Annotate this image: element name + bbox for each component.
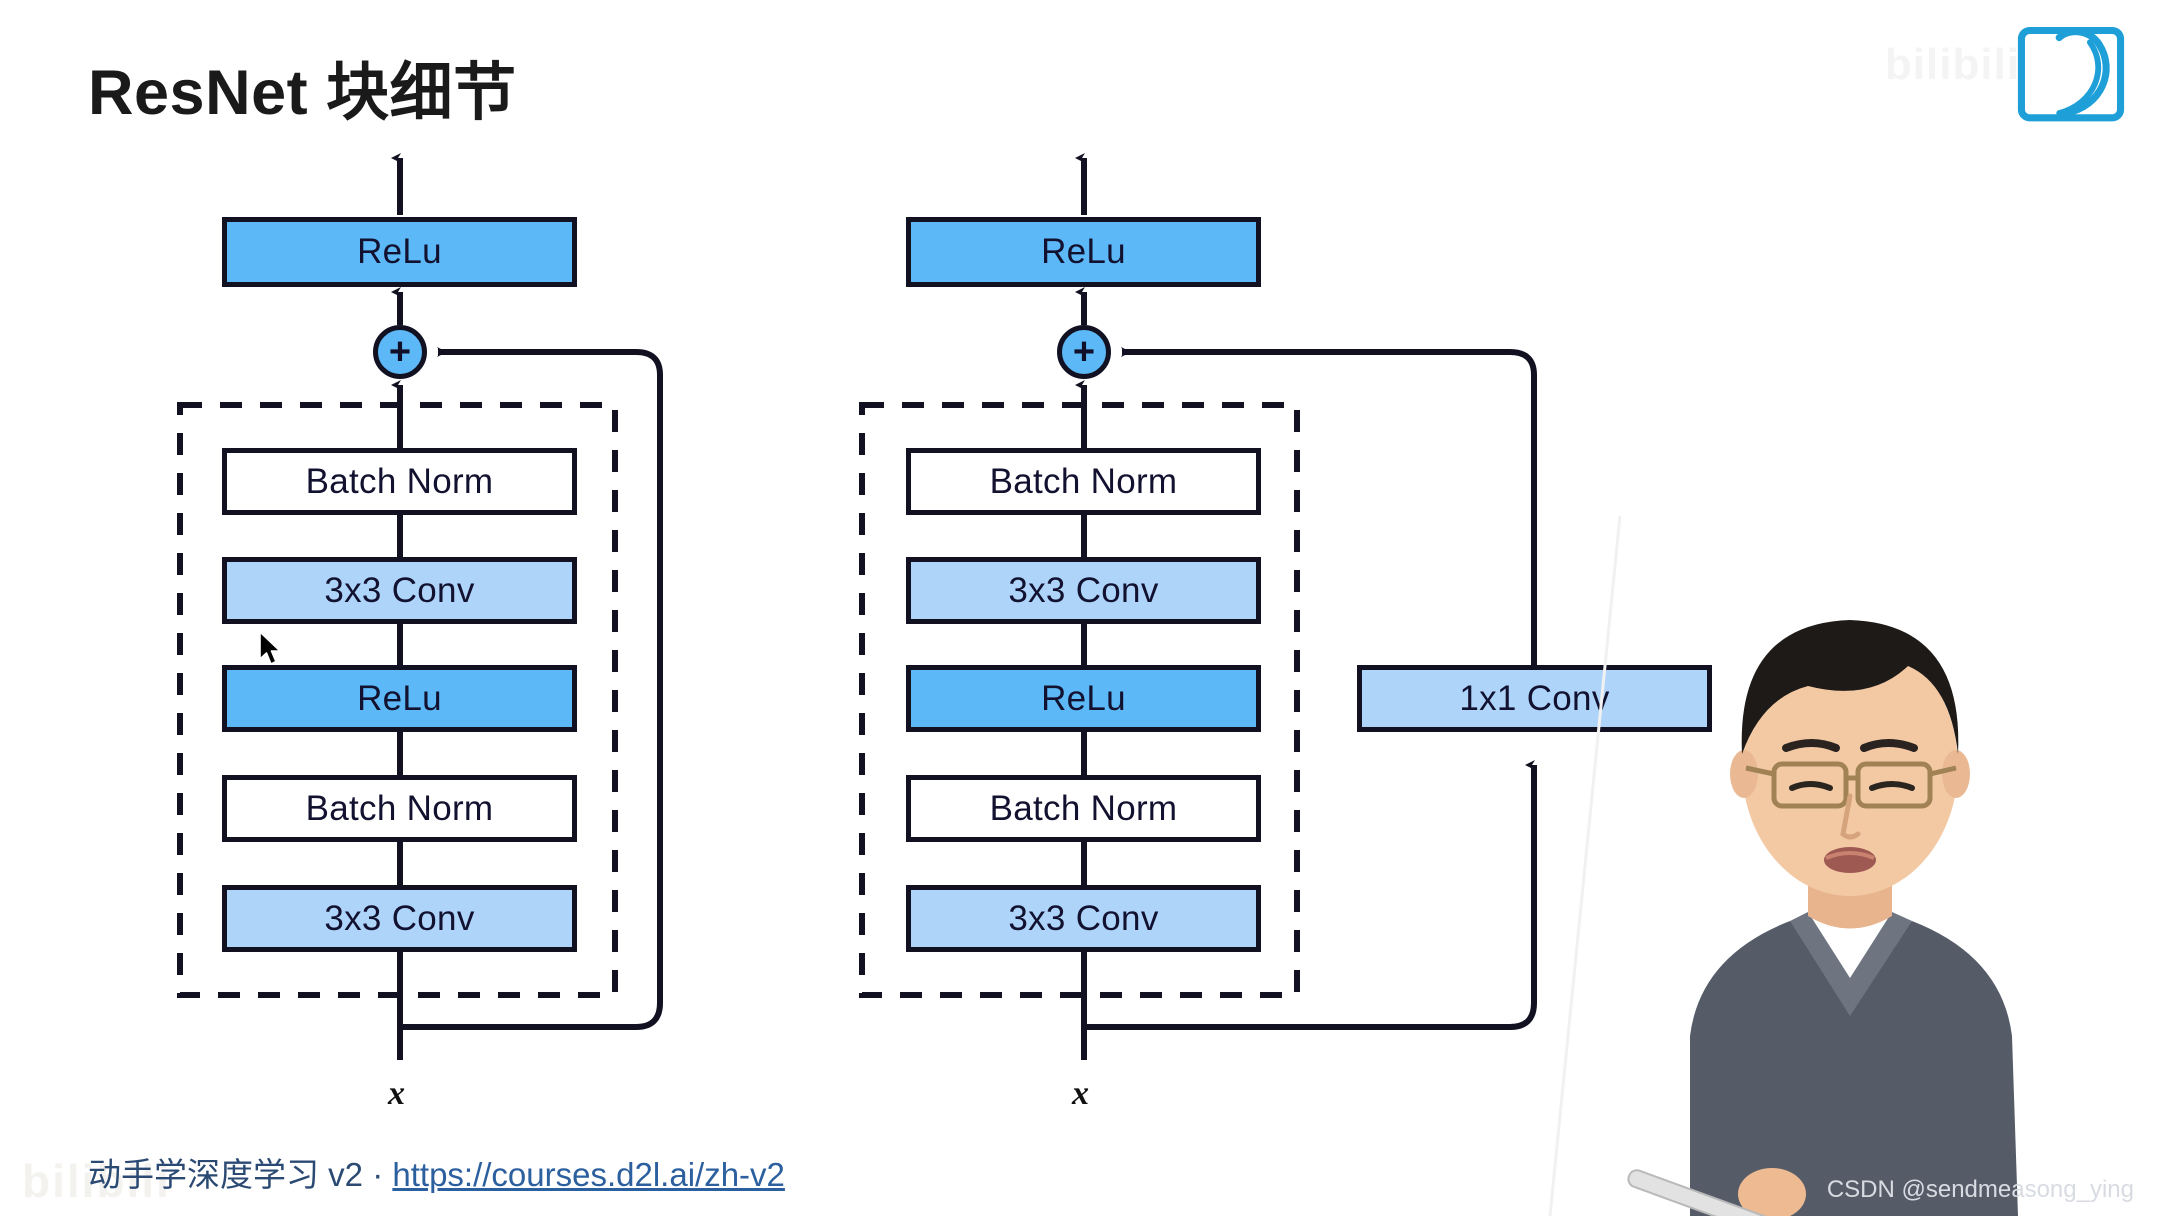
- right-shortcut-1x1-conv: 1x1 Conv: [1357, 665, 1712, 732]
- right-layer-relu: ReLu: [906, 665, 1261, 732]
- right-input-label: x: [1072, 1075, 1089, 1112]
- slide-canvas: ResNet 块细节 bilibili ReLu + Batch Norm 3x…: [0, 0, 2160, 1216]
- left-layer-batch-norm-1: Batch Norm: [222, 775, 577, 842]
- csdn-watermark: CSDN @sendmeasong_ying: [1826, 1176, 2134, 1203]
- left-layer-relu: ReLu: [222, 665, 577, 732]
- right-output-relu-box: ReLu: [906, 217, 1261, 287]
- right-layer-batch-norm-1: Batch Norm: [906, 775, 1261, 842]
- left-add-node: +: [373, 325, 427, 379]
- right-add-node: +: [1057, 325, 1111, 379]
- right-layer-conv-2: 3x3 Conv: [906, 557, 1261, 624]
- right-layer-batch-norm-2: Batch Norm: [906, 448, 1261, 515]
- left-layer-conv-1: 3x3 Conv: [222, 885, 577, 952]
- left-layer-batch-norm-2: Batch Norm: [222, 448, 577, 515]
- left-output-relu-box: ReLu: [222, 217, 577, 287]
- footer-separator: ·: [372, 1156, 384, 1193]
- left-layer-conv-2: 3x3 Conv: [222, 557, 577, 624]
- right-layer-conv-1: 3x3 Conv: [906, 885, 1261, 952]
- left-input-label: x: [388, 1075, 405, 1112]
- mouse-cursor: [259, 631, 281, 665]
- footer-course-name: 动手学深度学习 v2: [88, 1156, 364, 1193]
- footer-course-link[interactable]: https://courses.d2l.ai/zh-v2: [392, 1156, 785, 1193]
- footer: 动手学深度学习 v2 · https://courses.d2l.ai/zh-v…: [88, 1148, 785, 1196]
